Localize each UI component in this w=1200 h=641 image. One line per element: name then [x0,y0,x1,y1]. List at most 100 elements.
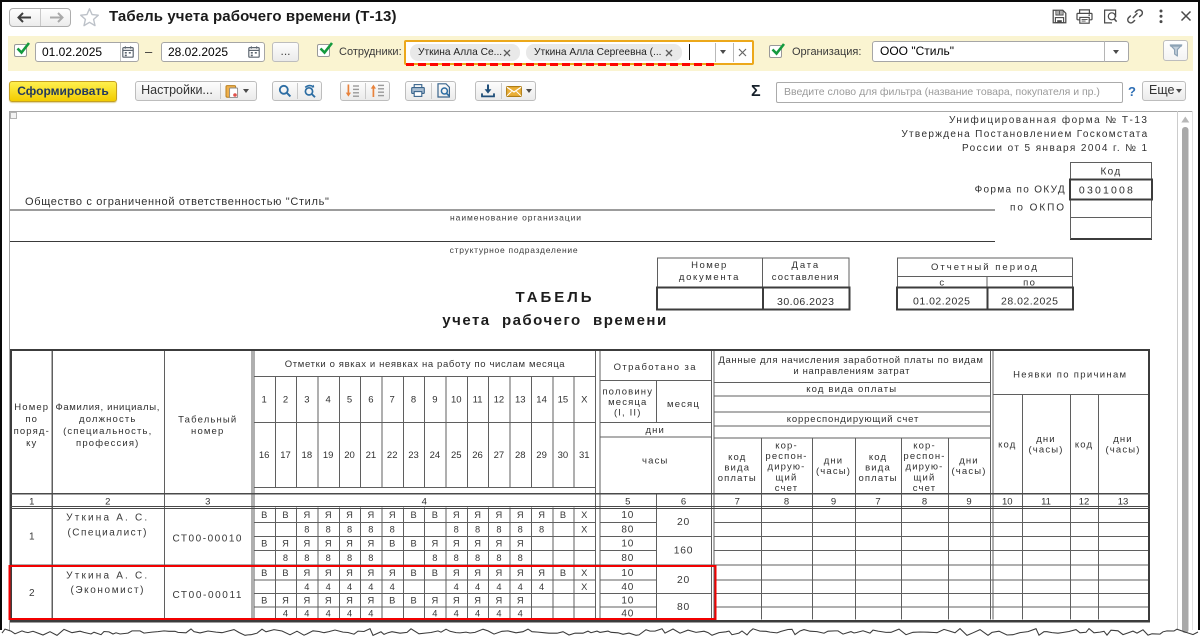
svg-text:Я: Я [474,568,481,578]
svg-text:8: 8 [475,553,480,563]
svg-text:Я: Я [389,568,396,578]
svg-text:3: 3 [205,497,210,508]
svg-text:8: 8 [496,524,501,534]
svg-text:8: 8 [368,553,373,563]
svg-text:4: 4 [304,609,309,619]
svg-text:Я: Я [368,595,375,605]
svg-text:10: 10 [1002,497,1013,508]
svg-text:5: 5 [625,497,630,508]
svg-text:Я: Я [474,510,481,520]
svg-text:В: В [282,568,288,578]
svg-text:Я: Я [368,568,375,578]
svg-text:Я: Я [432,538,439,548]
svg-text:(часы): (часы) [816,466,851,477]
svg-text:4: 4 [496,582,501,592]
svg-text:8: 8 [475,524,480,534]
svg-text:код: код [998,440,1016,451]
svg-text:4: 4 [326,395,331,406]
svg-text:4: 4 [496,609,501,619]
svg-text:9: 9 [831,497,836,508]
svg-text:кор-: кор- [913,441,936,452]
svg-text:9: 9 [432,395,437,406]
svg-text:4: 4 [539,582,544,592]
svg-text:Я: Я [496,595,503,605]
svg-text:код: код [1075,440,1093,451]
svg-text:профессия): профессия) [76,438,139,449]
svg-text:Х: Х [581,568,587,578]
svg-text:Я: Я [432,595,439,605]
svg-text:12: 12 [494,395,505,406]
svg-text:номер: номер [191,426,224,437]
svg-text:2: 2 [29,588,35,599]
svg-text:10: 10 [621,568,634,579]
svg-text:Я: Я [282,595,289,605]
svg-text:5: 5 [347,395,352,406]
svg-text:(часы): (часы) [951,466,986,477]
svg-text:Я: Я [368,538,375,548]
svg-text:25: 25 [451,450,462,461]
svg-text:8: 8 [518,524,523,534]
svg-text:месяца: месяца [608,397,647,408]
svg-text:4: 4 [326,609,331,619]
svg-text:28: 28 [515,450,526,461]
svg-text:Форма по ОКУД: Форма по ОКУД [975,185,1066,196]
svg-text:4: 4 [283,609,288,619]
svg-text:ку: ку [26,438,37,449]
svg-text:4: 4 [347,582,352,592]
svg-text:8: 8 [518,553,523,563]
svg-text:Я: Я [496,510,503,520]
svg-text:Х: Х [581,582,587,592]
svg-text:вида: вида [865,463,891,474]
svg-text:В: В [560,568,566,578]
svg-text:(часы): (часы) [1105,445,1140,456]
svg-text:4: 4 [454,582,459,592]
svg-text:В: В [432,568,438,578]
svg-text:наименование организации: наименование организации [450,213,582,223]
svg-text:10: 10 [621,538,634,549]
svg-text:Я: Я [517,510,524,520]
svg-text:16: 16 [259,450,270,461]
svg-text:Я: Я [453,568,460,578]
svg-text:8: 8 [304,524,309,534]
svg-text:8: 8 [454,553,459,563]
svg-text:счет: счет [775,483,799,494]
svg-text:Я: Я [538,568,545,578]
svg-text:В: В [261,595,267,605]
svg-text:оплаты: оплаты [858,473,897,484]
svg-text:Я: Я [517,595,524,605]
svg-text:Неявки по причинам: Неявки по причинам [1013,370,1127,381]
svg-text:4: 4 [304,582,309,592]
svg-text:8: 8 [368,524,373,534]
svg-text:30: 30 [558,450,569,461]
svg-text:респон-: респон- [903,451,945,462]
svg-text:Я: Я [346,595,353,605]
svg-text:4: 4 [368,609,373,619]
svg-text:щий: щий [914,472,936,483]
svg-text:Уткина А. С.: Уткина А. С. [66,513,149,524]
svg-text:дни: дни [1036,434,1056,445]
svg-text:27: 27 [494,450,505,461]
svg-text:2: 2 [105,497,110,508]
svg-text:7: 7 [735,497,740,508]
svg-text:Данные для начисления заработн: Данные для начисления заработной платы п… [718,355,983,366]
svg-text:Я: Я [453,595,460,605]
svg-text:по ОКПО: по ОКПО [1010,203,1066,214]
svg-text:80: 80 [621,553,634,564]
svg-text:80: 80 [677,602,690,613]
svg-text:документа: документа [679,272,740,283]
svg-text:01.02.2025: 01.02.2025 [913,296,970,308]
svg-text:14: 14 [536,395,547,406]
svg-text:6: 6 [681,497,686,508]
svg-text:Я: Я [325,568,332,578]
svg-text:Х: Х [581,524,587,534]
svg-text:7: 7 [875,497,880,508]
svg-text:24: 24 [430,450,441,461]
svg-text:28.02.2025: 28.02.2025 [1001,296,1058,308]
svg-text:респон-: респон- [765,451,807,462]
svg-text:В: В [261,510,267,520]
svg-text:поряд-: поряд- [14,426,50,437]
svg-text:вида: вида [724,463,750,474]
svg-text:7: 7 [390,395,395,406]
svg-text:счет: счет [913,483,937,494]
svg-text:СТ00-00010: СТ00-00010 [172,534,243,545]
